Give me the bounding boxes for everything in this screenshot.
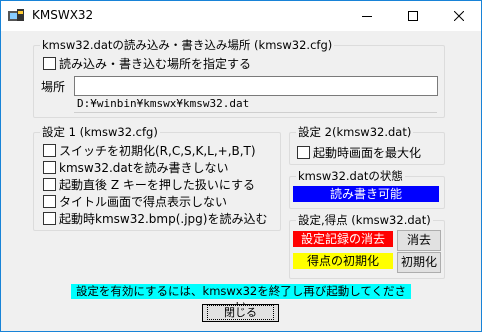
option-checkbox-load-bmp[interactable] <box>43 212 56 225</box>
settings2-legend: 設定 2(kmsw32.dat) <box>298 125 412 139</box>
status-badge: 読み書き可能 <box>293 186 439 202</box>
maximize-button[interactable] <box>390 1 436 31</box>
maximize-icon <box>408 11 418 21</box>
maximize-on-start-checkbox[interactable] <box>297 146 310 159</box>
close-button[interactable]: 閉じる <box>202 304 279 322</box>
title-bar: KMSWX32 <box>1 1 481 31</box>
minimize-button[interactable] <box>344 1 390 31</box>
location-group-legend: kmsw32.datの読み込み・書き込み場所 (kmsw32.cfg) <box>42 38 333 52</box>
close-button-label: 閉じる <box>207 305 274 320</box>
close-icon <box>454 11 464 21</box>
location-input[interactable] <box>74 76 438 96</box>
clear-button[interactable]: 消去 <box>397 230 441 251</box>
location-label: 場所 <box>41 80 66 94</box>
settings1-legend: 設定 1 (kmsw32.cfg) <box>42 125 158 139</box>
reset-score-button[interactable]: 初期化 <box>397 252 441 273</box>
specify-location-checkbox[interactable] <box>43 57 56 70</box>
option-checkbox-no-readwrite[interactable] <box>43 161 56 174</box>
current-path-display: D:¥winbin¥kmswx¥kmsw32.dat <box>74 96 437 113</box>
option-label-no-readwrite: kmsw32.datを読み書きしない <box>59 161 229 175</box>
reset-score-label: 得点の初期化 <box>293 253 393 269</box>
maximize-on-start-label: 起動時画面を最大化 <box>313 146 422 160</box>
option-label-z-key: 起動直後 Z キーを押した扱いにする <box>59 178 255 192</box>
option-label-hide-score: タイトル画面で得点表示しない <box>59 195 228 209</box>
specify-location-label: 読み込み・書き込む場所を指定する <box>59 57 252 71</box>
window-title: KMSWX32 <box>32 8 94 22</box>
option-label-reset-switch: スイッチを初期化(R,C,S,K,L,+,B,T) <box>59 144 256 158</box>
score-legend: 設定,得点 (kmsw32.dat) <box>298 213 431 227</box>
option-checkbox-reset-switch[interactable] <box>43 144 56 157</box>
minimize-icon <box>362 16 372 17</box>
app-icon <box>8 9 24 21</box>
clear-record-label: 設定記録の消去 <box>293 231 393 247</box>
settings-window: KMSWX32 kmsw32.datの読み込み・書き込み場所 (kmsw32.c… <box>0 0 482 332</box>
close-window-button[interactable] <box>436 1 482 31</box>
status-legend: kmsw32.datの状態 <box>298 169 403 183</box>
restart-notice: 設定を有効にするには、kmswx32を終了し再び起動してください <box>71 284 411 313</box>
option-checkbox-hide-score[interactable] <box>43 195 56 208</box>
option-label-load-bmp: 起動時kmsw32.bmp(.jpg)を読み込む <box>59 212 268 226</box>
option-checkbox-z-key[interactable] <box>43 178 56 191</box>
